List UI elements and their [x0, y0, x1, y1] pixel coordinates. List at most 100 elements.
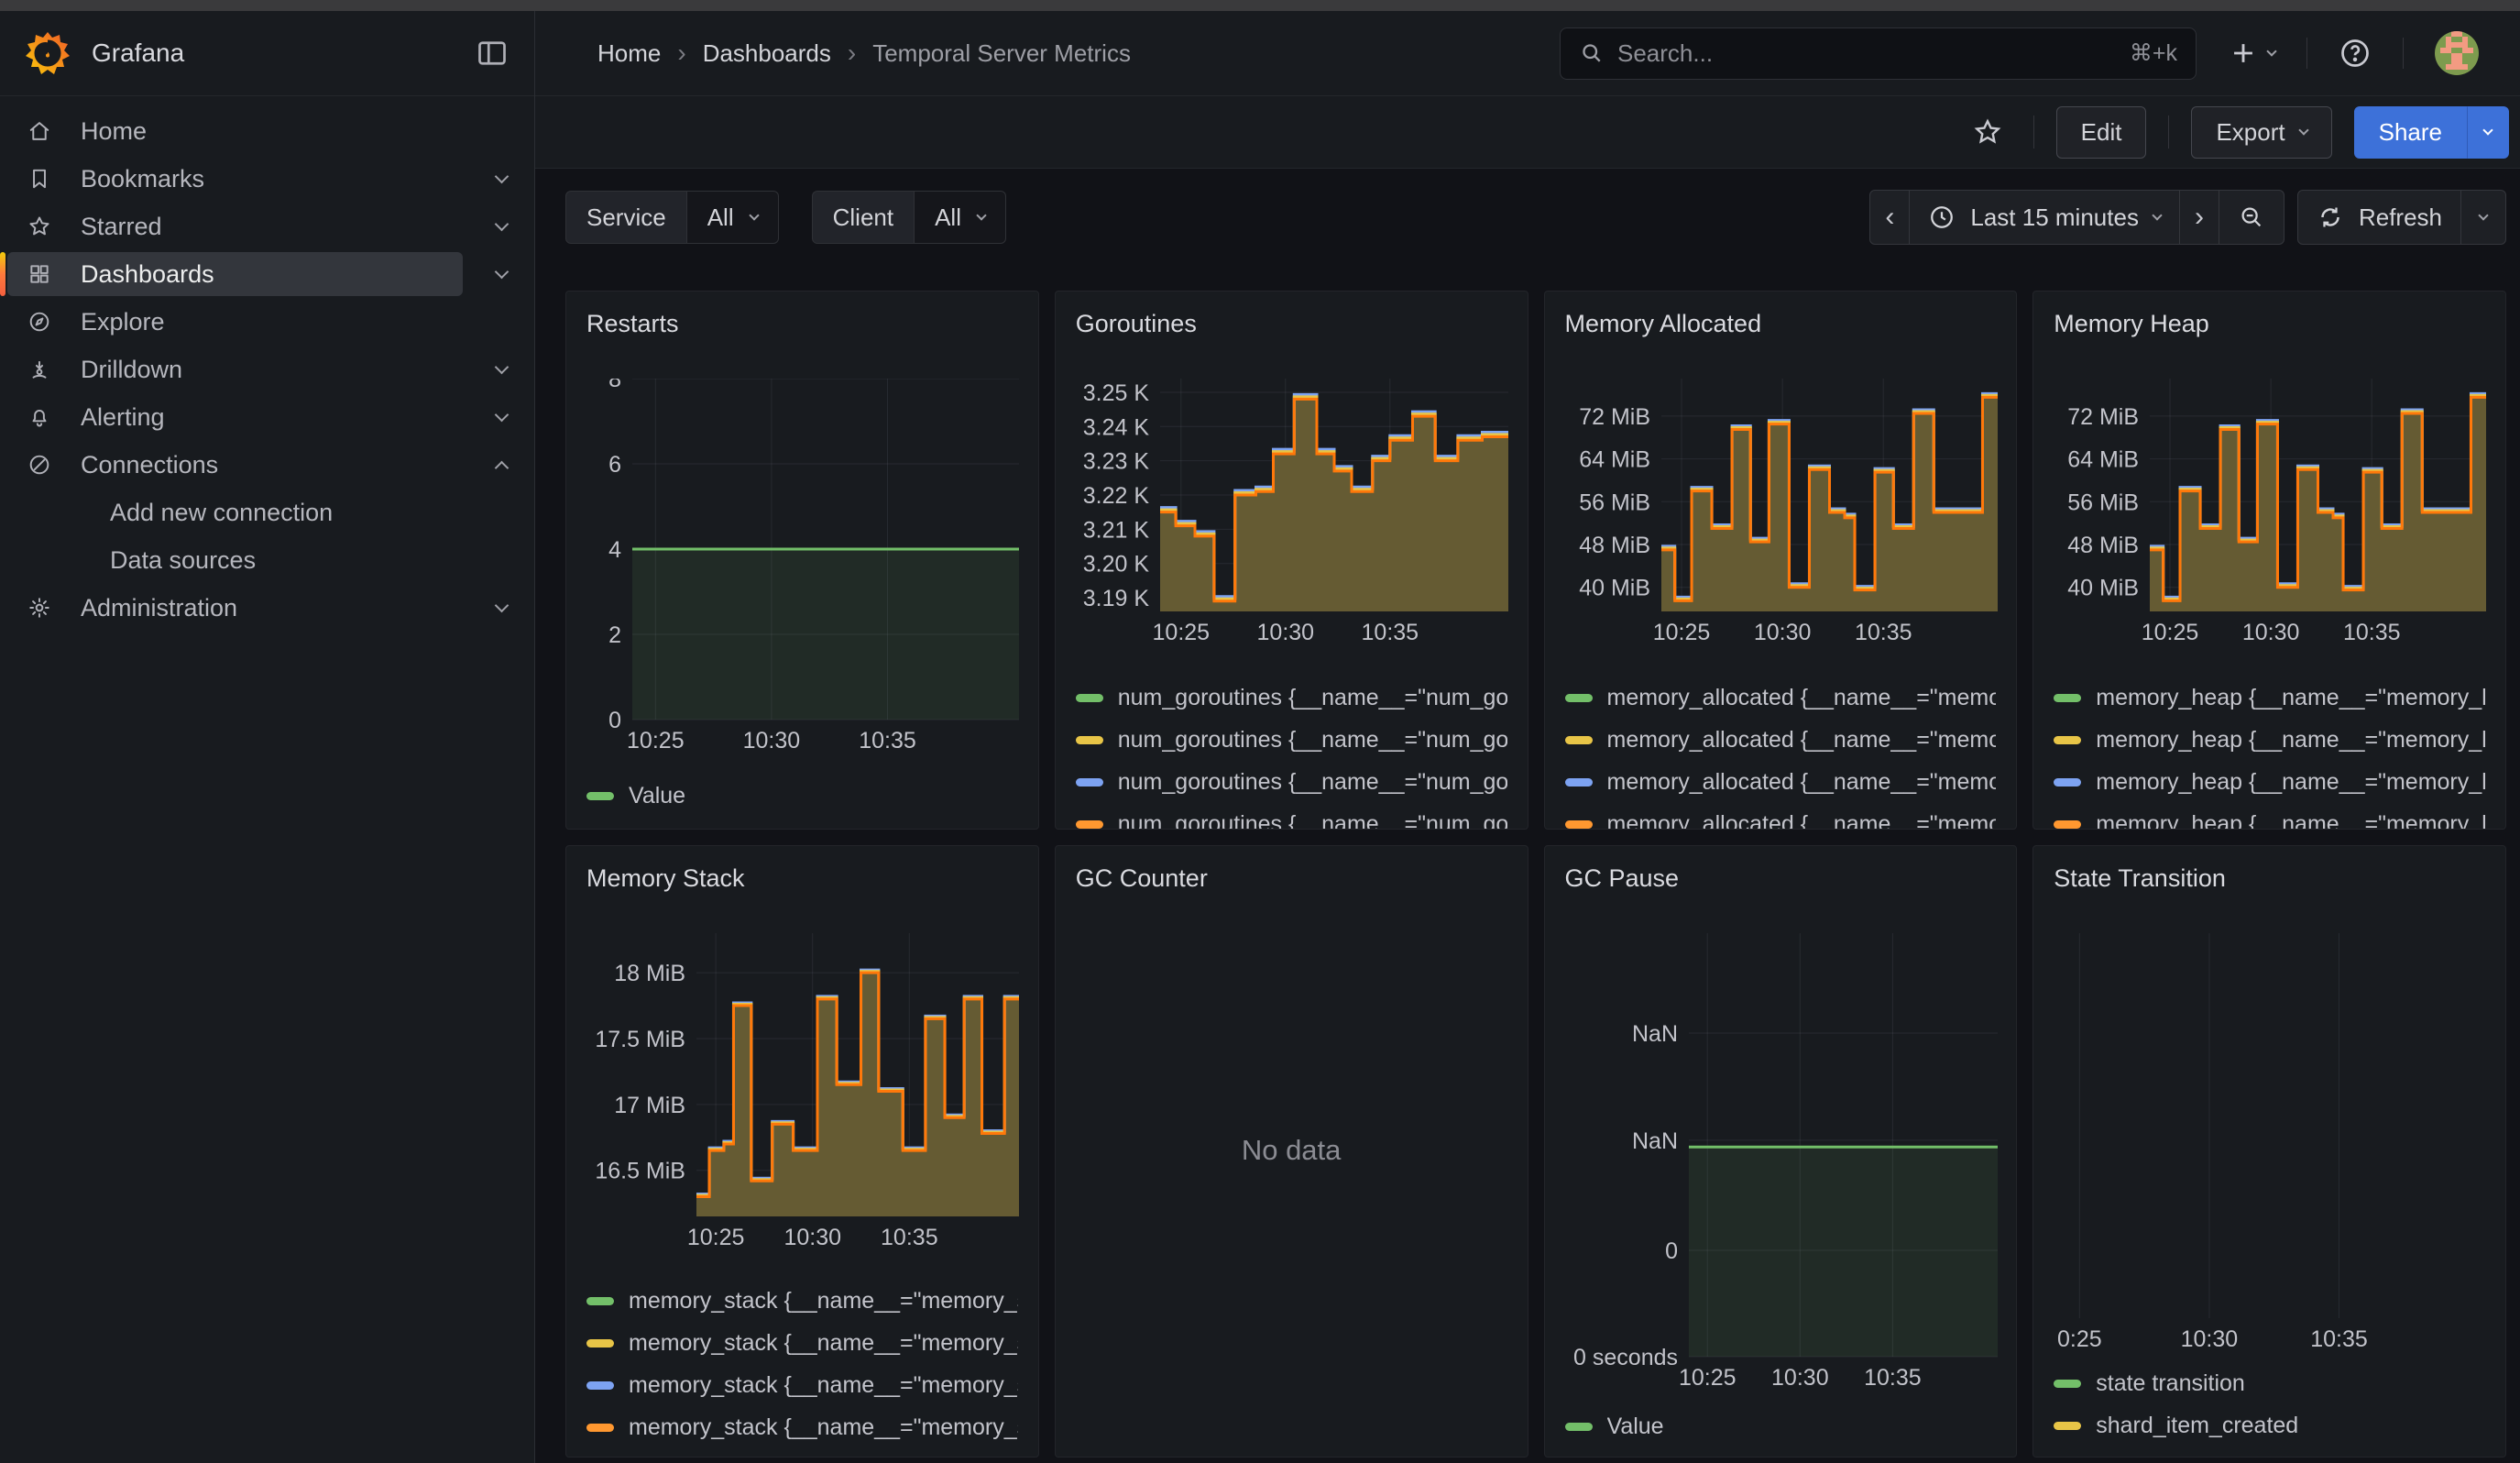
legend-item[interactable]: memory_stack {__name__="memory_s	[586, 1406, 1018, 1448]
svg-text:NaN: NaN	[1631, 1128, 1677, 1154]
refresh-interval-dropdown[interactable]	[2461, 190, 2506, 245]
panel-title[interactable]: Memory Stack	[586, 863, 1018, 894]
add-button[interactable]	[2228, 38, 2275, 69]
sidebar-item-label: Home	[81, 117, 147, 146]
legend-item[interactable]: Value	[586, 775, 1018, 817]
share-button[interactable]: Share	[2354, 106, 2467, 159]
breadcrumb-item[interactable]: Dashboards	[703, 39, 831, 68]
chart-area[interactable]: 0246810:2510:3010:35	[586, 379, 1018, 759]
sidebar-item-explore[interactable]: Explore	[0, 298, 534, 346]
sidebar-item-home[interactable]: Home	[0, 107, 534, 155]
chart-area[interactable]: 16.5 MiB17 MiB17.5 MiB18 MiB10:2510:3010…	[586, 933, 1018, 1256]
legend-item[interactable]: shard_item_created	[2054, 1404, 2485, 1446]
sidebar-item-data-sources[interactable]: Data sources	[0, 536, 534, 584]
zoom-out-button[interactable]	[2219, 190, 2284, 245]
legend-item[interactable]: num_goroutines {__name__="num_go	[1076, 761, 1507, 803]
variable-value-dropdown[interactable]: All	[687, 191, 779, 244]
legend-item[interactable]: memory_heap {__name__="memory_h	[2054, 719, 2485, 761]
legend-item[interactable]: memory_stack {__name__="memory_s	[586, 1280, 1018, 1322]
chart-area[interactable]: 3.19 K3.20 K3.21 K3.22 K3.23 K3.24 K3.25…	[1076, 379, 1507, 651]
time-shift-back-button[interactable]: ‹	[1869, 190, 1910, 245]
legend-item[interactable]: memory_allocated {__name__="memo	[1565, 676, 1997, 719]
legend-item[interactable]: memory_allocated {__name__="memo	[1565, 719, 1997, 761]
panel-restarts: Restarts 0246810:2510:3010:35 Value	[565, 291, 1039, 830]
dashboard-content: ServiceAll ClientAll ‹ Last 15 minutes	[535, 169, 2520, 1463]
svg-text:56 MiB: 56 MiB	[2067, 490, 2139, 515]
legend-item[interactable]: num_goroutines {__name__="num_go	[1076, 676, 1507, 719]
panel-title[interactable]: Memory Heap	[2054, 308, 2485, 339]
panel-title[interactable]: Goroutines	[1076, 308, 1507, 339]
share-dropdown-button[interactable]	[2467, 106, 2509, 159]
sidebar-item-alerting[interactable]: Alerting	[0, 393, 534, 441]
time-shift-forward-button[interactable]: ›	[2180, 190, 2219, 245]
legend-item[interactable]: memory_stack {__name__="memory_s	[586, 1364, 1018, 1406]
legend-item[interactable]: memory_heap {__name__="memory_h	[2054, 676, 2485, 719]
legend-item[interactable]: memory_heap {__name__="memory_h	[2054, 761, 2485, 803]
legend-label: memory_stack {__name__="memory_s	[629, 1330, 1018, 1357]
active-accent-bar	[0, 252, 5, 296]
grafana-logo[interactable]	[24, 29, 71, 77]
refresh-icon	[2317, 204, 2344, 231]
panel-title[interactable]: Memory Allocated	[1565, 308, 1997, 339]
sidebar-item-connections[interactable]: Connections	[0, 441, 534, 489]
sidebar-item-add-new-connection[interactable]: Add new connection	[0, 489, 534, 536]
sidebar-item-drilldown[interactable]: Drilldown	[0, 346, 534, 393]
sidebar-item-administration[interactable]: Administration	[0, 584, 534, 632]
variable-service[interactable]: ServiceAll	[565, 191, 779, 244]
legend-label: memory_heap {__name__="memory_h	[2096, 685, 2485, 711]
panel-legend: Value	[586, 775, 1018, 817]
legend-item[interactable]: memory_allocated {__name__="memo	[1565, 761, 1997, 803]
variable-value-dropdown[interactable]: All	[915, 191, 1006, 244]
legend-item[interactable]: num_goroutines {__name__="num_go	[1076, 803, 1507, 830]
legend-item[interactable]: memory_heap {__name__="memory_h	[2054, 803, 2485, 830]
filters-row: ServiceAll ClientAll ‹ Last 15 minutes	[565, 190, 2506, 245]
sidebar-item-bookmarks[interactable]: Bookmarks	[0, 155, 534, 203]
panel-legend: state transitionshard_item_created	[2054, 1362, 2485, 1446]
time-range-chevron-icon	[2152, 210, 2162, 220]
search-input[interactable]: Search... ⌘+k	[1560, 28, 2197, 80]
variable-client[interactable]: ClientAll	[812, 191, 1006, 244]
chevron-down-icon	[976, 210, 986, 220]
refresh-button[interactable]: Refresh	[2297, 190, 2461, 245]
svg-text:72 MiB: 72 MiB	[2067, 404, 2139, 430]
svg-text:10:35: 10:35	[2310, 1326, 2368, 1352]
legend-item[interactable]: state transition	[2054, 1362, 2485, 1404]
time-range-picker[interactable]: Last 15 minutes	[1910, 190, 2180, 245]
svg-text:48 MiB: 48 MiB	[1579, 533, 1650, 558]
avatar[interactable]	[2435, 31, 2479, 75]
compass-icon	[27, 310, 51, 334]
svg-text:56 MiB: 56 MiB	[1579, 490, 1650, 515]
sidebar-item-starred[interactable]: Starred	[0, 203, 534, 250]
export-button[interactable]: Export	[2191, 106, 2331, 159]
dashboards-grid-icon	[27, 262, 51, 286]
panel-title[interactable]: State Transition	[2054, 863, 2485, 894]
panel-title[interactable]: GC Counter	[1076, 863, 1507, 894]
chart-area[interactable]: 0:2510:3010:35	[2054, 933, 2485, 1358]
help-button[interactable]	[2339, 37, 2372, 70]
sidebar-toggle-icon[interactable]	[476, 37, 509, 70]
star-dashboard-button[interactable]	[1964, 117, 2011, 147]
divider	[2033, 116, 2034, 148]
legend-item[interactable]: Value	[1565, 1405, 1997, 1447]
edit-button[interactable]: Edit	[2056, 106, 2147, 159]
svg-text:0: 0	[1665, 1238, 1678, 1264]
legend-color-dash	[1076, 820, 1103, 829]
chart-area[interactable]: 40 MiB48 MiB56 MiB64 MiB72 MiB10:2510:30…	[1565, 379, 1997, 651]
panel-legend: memory_stack {__name__="memory_smemory_s…	[586, 1280, 1018, 1448]
breadcrumb-separator: ›	[677, 38, 685, 68]
chart-area[interactable]: 40 MiB48 MiB56 MiB64 MiB72 MiB10:2510:30…	[2054, 379, 2485, 651]
chart-area[interactable]: NaNNaN00 seconds10:2510:3010:35	[1565, 933, 1997, 1396]
panel-gc-pause: GC PauseNaNNaN00 seconds10:2510:3010:35V…	[1544, 845, 2018, 1458]
panel-title[interactable]: Restarts	[586, 308, 1018, 339]
legend-color-dash	[1565, 1423, 1593, 1431]
legend-color-dash	[1565, 820, 1593, 829]
dashboard-toolbar: Edit Export Share	[535, 96, 2520, 169]
legend-item[interactable]: memory_stack {__name__="memory_s	[586, 1322, 1018, 1364]
template-variables: ServiceAll ClientAll	[565, 191, 1039, 244]
svg-text:10:35: 10:35	[881, 1225, 938, 1250]
panel-title[interactable]: GC Pause	[1565, 863, 1997, 894]
sidebar-item-dashboards[interactable]: Dashboards	[0, 250, 534, 298]
breadcrumb-item[interactable]: Home	[597, 39, 661, 68]
legend-item[interactable]: num_goroutines {__name__="num_go	[1076, 719, 1507, 761]
legend-item[interactable]: memory_allocated {__name__="memo	[1565, 803, 1997, 830]
